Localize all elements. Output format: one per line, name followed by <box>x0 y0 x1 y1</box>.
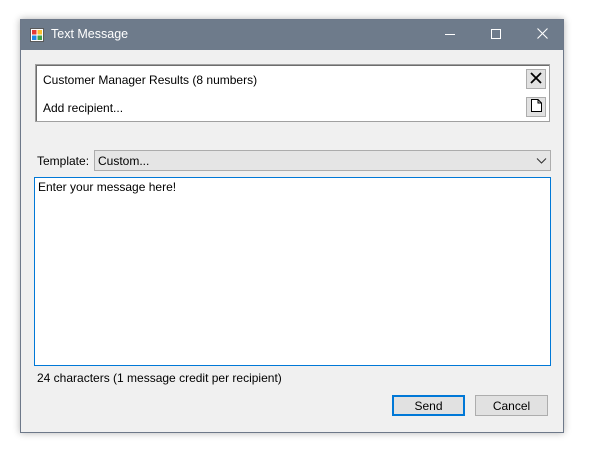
send-button[interactable]: Send <box>392 395 465 416</box>
maximize-button[interactable] <box>473 20 519 50</box>
close-button[interactable] <box>519 20 565 50</box>
text-message-window: Text Message Customer Manager Results (8… <box>20 19 564 433</box>
app-icon <box>30 28 44 42</box>
close-icon <box>536 28 548 42</box>
new-document-icon <box>530 99 542 115</box>
cancel-button[interactable]: Cancel <box>475 395 548 416</box>
add-recipient-button[interactable] <box>526 97 546 117</box>
template-dropdown[interactable]: Custom... <box>94 150 551 171</box>
add-recipient-label[interactable]: Add recipient... <box>43 101 123 115</box>
chevron-down-icon <box>536 155 547 169</box>
minimize-icon <box>445 28 455 42</box>
character-count: 24 characters (1 message credit per reci… <box>37 371 282 385</box>
window-title: Text Message <box>51 27 129 41</box>
maximize-icon <box>491 28 501 42</box>
title-bar[interactable]: Text Message <box>21 20 563 50</box>
message-textarea[interactable]: Enter your message here! <box>34 177 551 366</box>
recipient-list: Customer Manager Results (8 numbers) Add… <box>35 64 550 122</box>
minimize-button[interactable] <box>427 20 473 50</box>
template-selected-value: Custom... <box>98 154 150 168</box>
recipient-group-label[interactable]: Customer Manager Results (8 numbers) <box>43 73 257 87</box>
remove-recipient-icon <box>530 71 542 87</box>
remove-recipient-button[interactable] <box>526 69 546 89</box>
template-label: Template: <box>37 154 90 168</box>
